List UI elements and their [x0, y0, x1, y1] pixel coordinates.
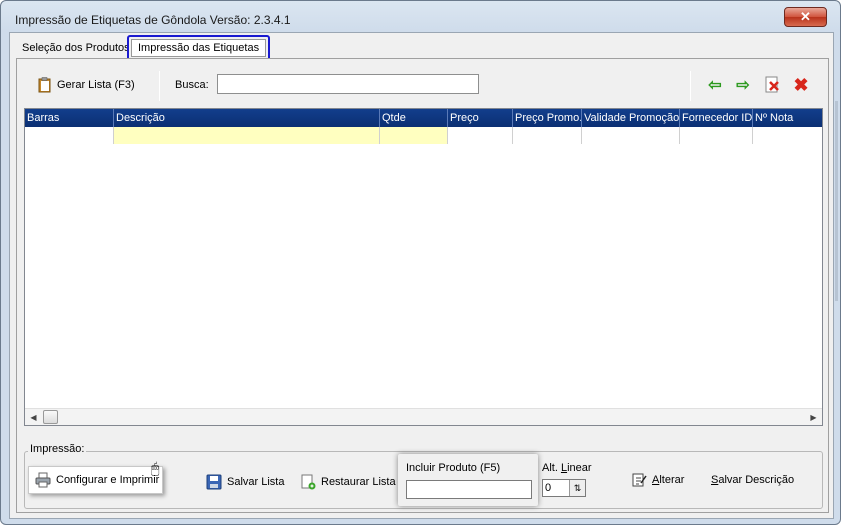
col-fornecedor-id[interactable]: Fornecedor ID [680, 109, 753, 127]
cell-nota[interactable] [753, 127, 824, 144]
incluir-produto-box: Incluir Produto (F5) [398, 454, 538, 506]
floppy-disk-icon [206, 474, 222, 490]
arrow-left-icon[interactable]: ⇦ [705, 75, 725, 95]
busca-label: Busca: [175, 79, 209, 91]
salvar-descricao-rest: alvar Descrição [718, 474, 795, 486]
tab-panel: Gerar Lista (F3) Busca: ⇦ ⇨ ✖ Barras Des… [16, 58, 829, 513]
salvar-lista-button[interactable]: Salvar Lista [206, 474, 284, 490]
scroll-left-icon[interactable]: ◀ [25, 409, 42, 426]
impressao-group: Impressão: Configurar e Imprimir 🖱 Salva… [24, 443, 823, 509]
alterar-rest: lterar [659, 474, 685, 486]
alterar-label: Alterar [652, 474, 684, 486]
arrow-right-icon[interactable]: ⇨ [733, 75, 753, 95]
title-bar: Impressão de Etiquetas de Gôndola Versão… [1, 1, 840, 31]
grid-header: Barras Descrição Qtde Preço Preço Promo.… [25, 109, 822, 127]
col-barras[interactable]: Barras [25, 109, 114, 127]
alt-linear-spinner[interactable]: 0 ⇅ [542, 479, 586, 497]
restaurar-lista-label: Restaurar Lista [321, 476, 396, 488]
gerar-lista-button[interactable]: Gerar Lista (F3) [37, 73, 135, 97]
salvar-descricao-label: Salvar Descrição [711, 474, 794, 486]
toolbar-separator [159, 71, 160, 101]
configurar-imprimir-label: Configurar e Imprimir [56, 474, 160, 486]
impressao-group-label: Impressão: [28, 443, 87, 455]
busca-input[interactable] [217, 74, 479, 94]
alt-linear-value: 0 [545, 482, 552, 494]
mouse-cursor-icon: 🖱 [151, 460, 160, 476]
configurar-imprimir-button[interactable]: Configurar e Imprimir [28, 466, 163, 494]
col-qtde[interactable]: Qtde [380, 109, 448, 127]
alt-linear-label: Alt. Linear [542, 462, 592, 474]
gerar-lista-label: Gerar Lista (F3) [57, 79, 135, 91]
salvar-descricao-button[interactable]: Salvar Descrição [711, 474, 794, 486]
scroll-thumb[interactable] [43, 410, 58, 424]
horizontal-scrollbar[interactable]: ◀ ▶ [25, 408, 822, 425]
cell-validade[interactable] [582, 127, 680, 144]
cell-descricao[interactable] [114, 127, 380, 144]
col-descricao[interactable]: Descrição [114, 109, 380, 127]
alt-linear-rest: inear [567, 462, 592, 474]
products-grid[interactable]: Barras Descrição Qtde Preço Preço Promo.… [24, 108, 823, 426]
scroll-right-icon[interactable]: ▶ [805, 409, 822, 426]
window-title: Impressão de Etiquetas de Gôndola Versão… [15, 13, 291, 27]
window-edge-scroll [835, 101, 838, 301]
incluir-produto-label: Incluir Produto (F5) [406, 462, 501, 474]
main-window: Impressão de Etiquetas de Gôndola Versão… [0, 0, 841, 525]
restore-document-icon [300, 474, 316, 490]
clipboard-icon [37, 77, 53, 93]
client-area: Seleção dos Produtos Impressão das Etiqu… [9, 32, 834, 519]
col-preco[interactable]: Preço [448, 109, 513, 127]
tab-selecao-produtos[interactable]: Seleção dos Produtos [16, 39, 136, 57]
alt-linear-prefix: Alt. [542, 462, 561, 474]
restaurar-lista-button[interactable]: Restaurar Lista [300, 474, 396, 490]
col-validade-promocao[interactable]: Validade Promoção [582, 109, 680, 127]
printer-icon [35, 472, 51, 488]
col-numero-nota[interactable]: Nº Nota [753, 109, 824, 127]
incluir-produto-input[interactable] [406, 480, 532, 499]
close-button[interactable]: ✕ [784, 7, 827, 27]
spin-arrows-icon[interactable]: ⇅ [569, 480, 585, 496]
table-row[interactable] [25, 127, 824, 144]
cell-preco[interactable] [448, 127, 513, 144]
tab-impressao-etiquetas-label: Impressão das Etiquetas [131, 39, 267, 57]
toolbar-separator-right [690, 71, 691, 101]
edit-icon [631, 472, 647, 488]
toolbar: Gerar Lista (F3) Busca: ⇦ ⇨ ✖ [23, 67, 822, 103]
alterar-button[interactable]: Alterar [631, 472, 684, 488]
delete-document-icon[interactable] [762, 75, 782, 95]
cell-preco-promo[interactable] [513, 127, 582, 144]
salvar-lista-label: Salvar Lista [227, 476, 285, 488]
cell-qtde[interactable] [380, 127, 448, 144]
col-preco-promo[interactable]: Preço Promo. [513, 109, 582, 127]
close-red-icon[interactable]: ✖ [791, 75, 811, 95]
cell-barras[interactable] [25, 127, 114, 144]
cell-fornecedor[interactable] [680, 127, 753, 144]
